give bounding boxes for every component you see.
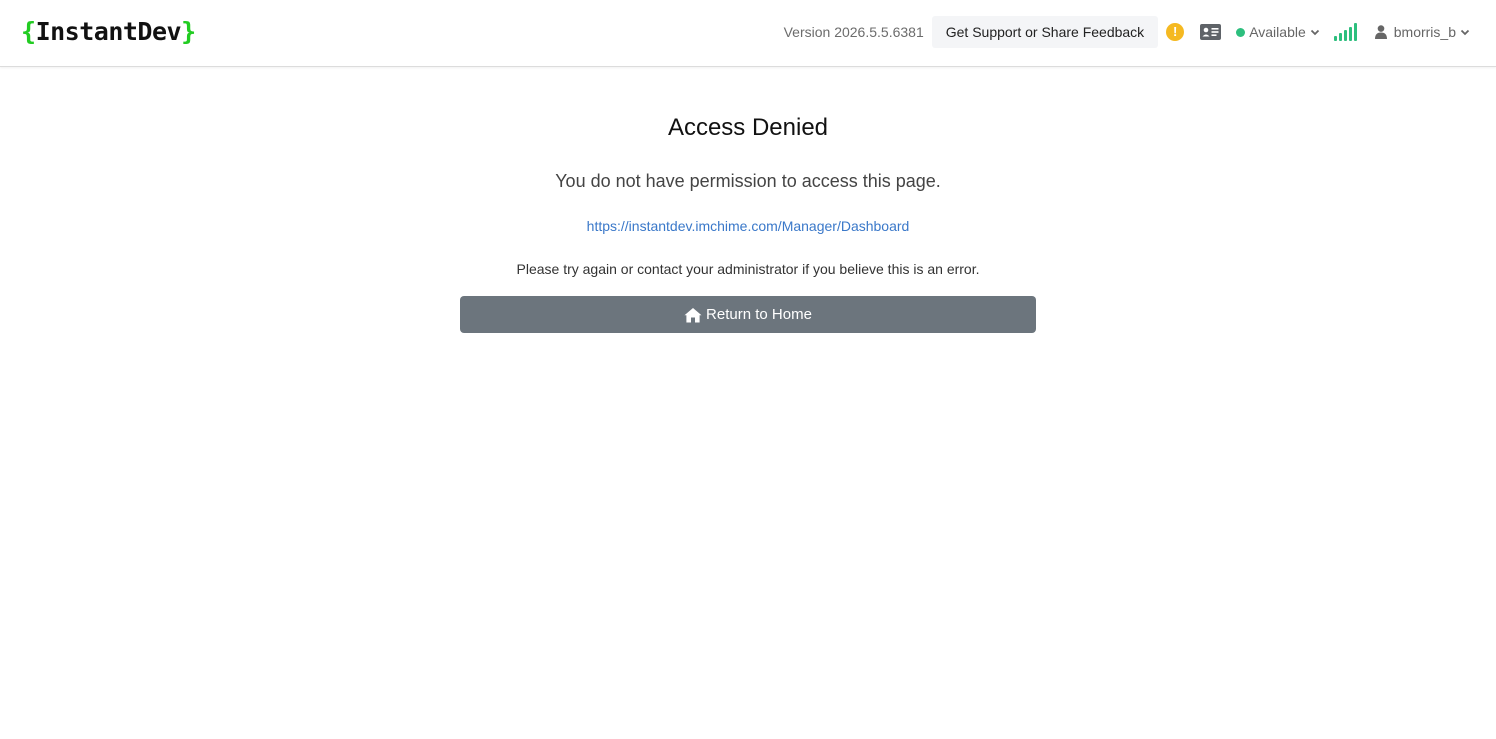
- requested-url-link[interactable]: https://instantdev.imchime.com/Manager/D…: [587, 218, 910, 234]
- requested-url-container: https://instantdev.imchime.com/Manager/D…: [0, 218, 1496, 234]
- user-icon: [1374, 25, 1387, 39]
- top-navbar: {InstantDev} Version 2026.5.5.6381 Get S…: [0, 0, 1496, 67]
- brand-name: InstantDev: [35, 17, 182, 46]
- exclamation-circle-icon[interactable]: !: [1166, 23, 1185, 41]
- return-home-button[interactable]: Return to Home: [460, 296, 1036, 333]
- brand-open-brace: {: [21, 17, 36, 46]
- status-label: Available: [1249, 24, 1306, 40]
- return-home-label: Return to Home: [706, 306, 812, 323]
- chevron-down-icon: [1460, 27, 1470, 37]
- home-icon: [684, 307, 702, 323]
- id-card-icon[interactable]: [1200, 24, 1222, 40]
- chevron-down-icon: [1310, 27, 1320, 37]
- brand-logo[interactable]: {InstantDev}: [21, 15, 196, 49]
- status-dropdown[interactable]: Available: [1236, 24, 1320, 40]
- support-feedback-button[interactable]: Get Support or Share Feedback: [931, 16, 1159, 48]
- signal-strength-icon[interactable]: [1333, 23, 1357, 41]
- status-dot: [1236, 27, 1246, 37]
- signal-bar: [1343, 30, 1347, 41]
- signal-bar: [1338, 33, 1342, 41]
- version-label: Version 2026.5.5.6381: [783, 24, 924, 40]
- page-title: Access Denied: [667, 114, 829, 141]
- help-note: Please try again or contact your adminis…: [516, 261, 980, 277]
- brand-close-brace: }: [181, 17, 196, 46]
- user-menu[interactable]: bmorris_b: [1374, 24, 1470, 40]
- username-label: bmorris_b: [1393, 24, 1456, 40]
- header-controls: Version 2026.5.5.6381 Get Support or Sha…: [784, 16, 1470, 48]
- signal-bar: [1333, 36, 1337, 41]
- signal-bar: [1348, 27, 1352, 41]
- signal-bar: [1353, 23, 1357, 41]
- error-message: You do not have permission to access thi…: [555, 171, 941, 191]
